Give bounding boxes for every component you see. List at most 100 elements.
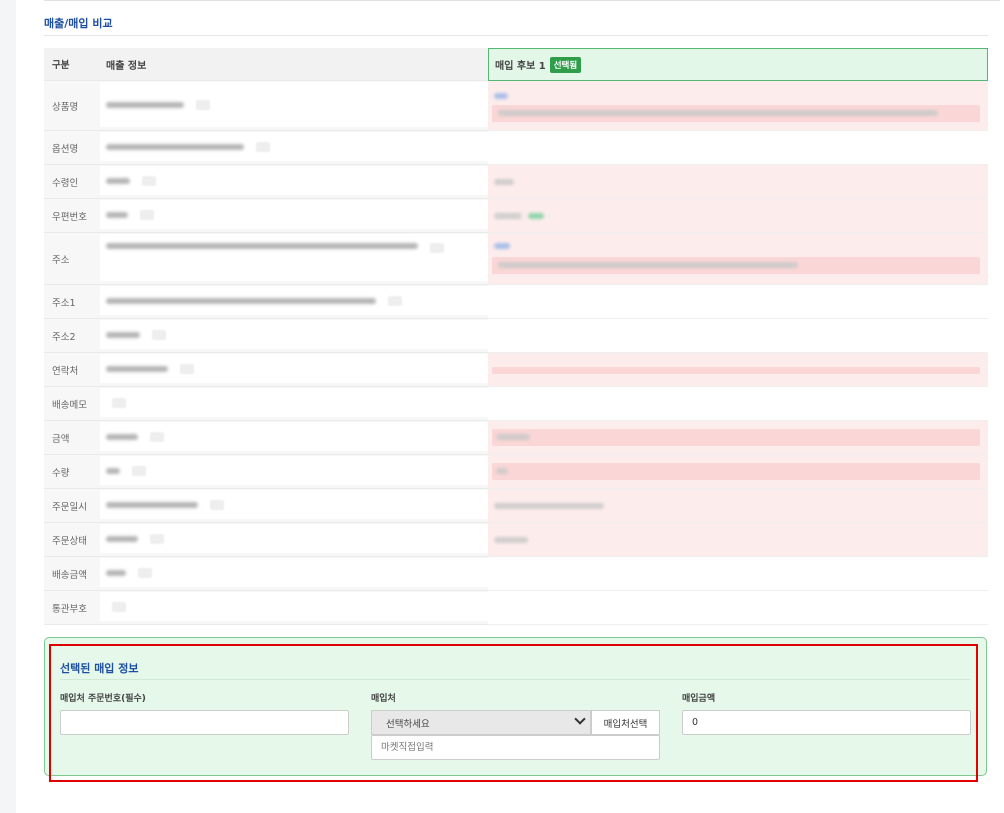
chevron-down-icon	[574, 713, 586, 725]
redacted-text	[106, 331, 140, 338]
redacted-tag	[494, 243, 510, 249]
purchase-mismatch-line	[492, 257, 980, 274]
redacted-text	[494, 503, 604, 509]
section-title: 매출/매입 비교	[44, 17, 113, 30]
vendor-label: 매입처	[371, 694, 396, 704]
header-purchase-candidate[interactable]: 매입 후보 1 선택됨	[488, 48, 988, 81]
table-row: 주소1	[44, 285, 988, 319]
sales-cell	[98, 131, 488, 165]
purchase-cell	[488, 489, 988, 523]
row-label: 배송메모	[44, 387, 98, 421]
copy-button[interactable]	[112, 601, 126, 612]
market-direct-input[interactable]	[371, 735, 660, 760]
row-label: 우편번호	[44, 199, 98, 233]
row-label: 주문상태	[44, 523, 98, 557]
copy-button[interactable]	[388, 295, 402, 306]
redacted-text	[498, 110, 938, 116]
purchase-cell	[488, 199, 988, 233]
copy-button[interactable]	[180, 363, 194, 374]
purchase-cell	[488, 591, 988, 625]
row-label: 수량	[44, 455, 98, 489]
copy-button[interactable]	[150, 431, 164, 442]
copy-button[interactable]	[142, 175, 156, 186]
row-label: 배송금액	[44, 557, 98, 591]
order-number-label: 매입처 주문번호(필수)	[60, 694, 146, 704]
table-row: 배송금액	[44, 557, 988, 591]
redacted-text	[106, 535, 138, 542]
purchase-cell	[488, 387, 988, 421]
redacted-text	[106, 243, 418, 249]
top-divider	[44, 0, 1000, 1]
table-row: 우편번호	[44, 199, 988, 233]
copy-button[interactable]	[210, 499, 224, 510]
redacted-text	[106, 297, 376, 304]
sales-cell	[98, 591, 488, 625]
redacted-text	[106, 433, 138, 440]
sales-cell	[98, 387, 488, 421]
table-row: 상품명	[44, 81, 988, 131]
purchase-amount-input[interactable]	[682, 710, 971, 735]
purchase-cell	[488, 557, 988, 591]
header-purchase-label: 매입 후보 1	[495, 61, 546, 72]
purchase-mismatch-line	[492, 105, 980, 122]
row-label: 주문일시	[44, 489, 98, 523]
sales-cell	[98, 523, 488, 557]
redacted-text	[106, 177, 130, 184]
copy-button[interactable]	[112, 397, 126, 408]
redacted-text	[106, 211, 128, 218]
purchase-cell	[488, 81, 988, 131]
sales-cell	[98, 233, 488, 285]
purchase-cell	[488, 353, 988, 387]
sales-cell	[98, 285, 488, 319]
purchase-cell	[488, 285, 988, 319]
redacted-text	[106, 501, 198, 508]
copy-button[interactable]	[132, 465, 146, 476]
copy-button[interactable]	[196, 99, 210, 110]
copy-button[interactable]	[140, 209, 154, 220]
section-underline	[44, 35, 988, 36]
sales-cell	[98, 319, 488, 353]
purchase-cell	[488, 319, 988, 353]
sales-cell	[98, 199, 488, 233]
table-row: 금액	[44, 421, 988, 455]
table-row: 주소	[44, 233, 988, 285]
table-row: 배송메모	[44, 387, 988, 421]
redacted-text	[498, 262, 798, 268]
redacted-text	[496, 434, 530, 440]
purchase-cell	[488, 233, 988, 285]
redacted-text	[106, 569, 126, 576]
row-label: 연락처	[44, 353, 98, 387]
sales-cell	[98, 165, 488, 199]
redacted-tag	[494, 93, 508, 99]
purchase-mismatch-line	[492, 367, 980, 374]
table-row: 주문상태	[44, 523, 988, 557]
sales-cell	[98, 353, 488, 387]
selected-badge: 선택됨	[549, 56, 582, 73]
row-label: 주소	[44, 233, 98, 285]
copy-button[interactable]	[138, 567, 152, 578]
sales-cell	[98, 81, 488, 131]
table-row: 주소2	[44, 319, 988, 353]
vendor-select-value: 선택하세요	[386, 718, 430, 730]
purchase-amount-label: 매입금액	[682, 694, 716, 704]
vendor-select-button[interactable]: 매입처선택	[591, 710, 660, 735]
sales-cell	[98, 421, 488, 455]
redacted-text	[496, 468, 508, 474]
copy-button[interactable]	[256, 141, 270, 152]
copy-button[interactable]	[150, 533, 164, 544]
redacted-text	[106, 365, 168, 372]
redacted-text	[106, 467, 120, 474]
purchase-mismatch-line	[492, 463, 980, 480]
row-label: 주소1	[44, 285, 98, 319]
redacted-match-tag	[528, 213, 544, 219]
table-row: 옵션명	[44, 131, 988, 165]
table-row: 통관부호	[44, 591, 988, 625]
purchase-cell	[488, 421, 988, 455]
order-number-input[interactable]	[60, 710, 349, 735]
redacted-text	[106, 101, 184, 108]
copy-button[interactable]	[430, 243, 444, 253]
purchase-cell	[488, 523, 988, 557]
vendor-select[interactable]: 선택하세요	[371, 710, 591, 735]
copy-button[interactable]	[152, 329, 166, 340]
redacted-text	[106, 143, 244, 150]
